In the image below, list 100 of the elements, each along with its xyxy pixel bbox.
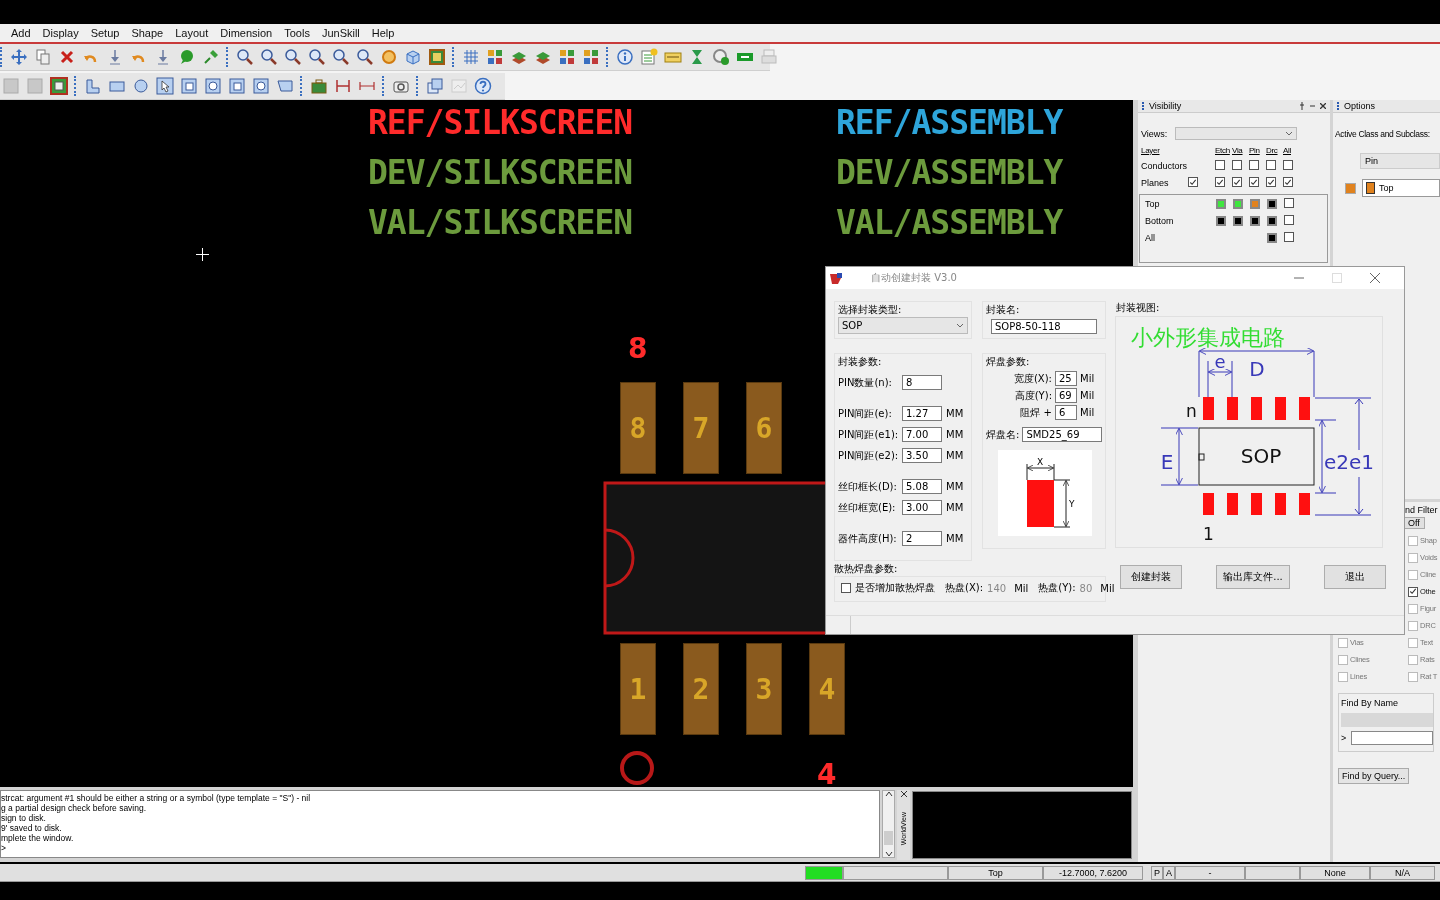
toggle-button[interactable]: Off — [1403, 517, 1425, 529]
query-button[interactable]: Find by Query... — [1338, 768, 1410, 784]
color-swatch[interactable] — [1345, 182, 1356, 194]
dimension-icon[interactable] — [334, 77, 352, 95]
chip-icon[interactable] — [428, 48, 446, 66]
subclass-dropdown[interactable]: Top — [1362, 179, 1440, 197]
info-icon[interactable] — [616, 48, 634, 66]
checkbox[interactable] — [1284, 231, 1294, 242]
pin-icon[interactable] — [1298, 102, 1305, 110]
checkbox[interactable] — [1408, 637, 1418, 648]
help-icon[interactable] — [474, 77, 492, 95]
input-field[interactable]: 25 — [1055, 371, 1077, 386]
checkbox[interactable] — [1408, 569, 1418, 580]
menu-item[interactable]: Help — [371, 27, 395, 39]
input-field[interactable]: 1.27 — [902, 406, 942, 421]
menu-item[interactable]: Shape — [131, 27, 164, 39]
checkbox[interactable] — [1249, 177, 1259, 187]
zoom-icon[interactable] — [332, 48, 350, 66]
menu-item[interactable]: Layout — [175, 27, 209, 39]
checkbox[interactable] — [1408, 654, 1418, 665]
circle-plus-icon[interactable] — [712, 48, 730, 66]
circle-icon[interactable] — [132, 77, 150, 95]
copy-icon[interactable] — [34, 48, 52, 66]
checkbox[interactable] — [1338, 671, 1348, 682]
minimize-icon[interactable] — [1310, 102, 1315, 110]
input-field[interactable]: 5.08 — [902, 479, 942, 494]
color-swatch[interactable] — [1216, 215, 1226, 226]
color-swatch[interactable] — [1267, 215, 1277, 226]
input-field[interactable]: 3.50 — [902, 448, 942, 463]
toolbox-icon[interactable] — [310, 77, 328, 95]
input-field[interactable]: 6 — [1055, 405, 1077, 420]
menu-item[interactable]: Dimension — [220, 27, 273, 39]
menu-item[interactable]: Setup — [90, 27, 120, 39]
scrollbar[interactable] — [882, 790, 895, 858]
nested-square-icon[interactable] — [228, 77, 246, 95]
checkbox[interactable] — [1266, 177, 1276, 187]
colored-tiles-icon[interactable] — [486, 48, 504, 66]
table-icon[interactable] — [640, 48, 658, 66]
checkbox[interactable] — [1338, 637, 1348, 648]
colored-tiles-icon[interactable] — [582, 48, 600, 66]
checkbox[interactable] — [1266, 160, 1276, 170]
color-swatch[interactable] — [1250, 198, 1260, 209]
zoom-icon[interactable] — [356, 48, 374, 66]
checkbox[interactable] — [1408, 552, 1418, 563]
cube-icon[interactable] — [404, 48, 422, 66]
menu-item[interactable]: Tools — [284, 27, 310, 39]
checkbox[interactable] — [1215, 177, 1225, 187]
color-swatch[interactable] — [1233, 215, 1243, 226]
checkbox[interactable] — [1232, 160, 1242, 170]
delete-icon[interactable] — [58, 48, 76, 66]
square-ring-icon[interactable] — [252, 77, 270, 95]
color-swatch[interactable] — [1216, 198, 1226, 209]
input-field[interactable]: 69 — [1055, 388, 1077, 403]
checkbox[interactable] — [1284, 197, 1294, 208]
close-icon[interactable] — [899, 790, 908, 798]
input-field[interactable]: 3.00 — [902, 500, 942, 515]
square-ring-icon[interactable] — [204, 77, 222, 95]
checkbox[interactable] — [1408, 620, 1418, 631]
nested-square-icon[interactable] — [180, 77, 198, 95]
grid-icon[interactable] — [462, 48, 480, 66]
status-flag[interactable]: A — [1163, 865, 1175, 880]
dialog-button[interactable]: 输出库文件... — [1216, 565, 1290, 589]
windows-icon[interactable] — [426, 77, 444, 95]
menu-item[interactable]: JunSkill — [321, 27, 360, 39]
input-field[interactable]: 2 — [902, 531, 942, 546]
colored-tiles-icon[interactable] — [558, 48, 576, 66]
scrollbar-thumb[interactable] — [884, 831, 893, 845]
color-swatch[interactable] — [1267, 198, 1277, 209]
input-field[interactable]: 7.00 — [902, 427, 942, 442]
dialog-button[interactable]: 退出 — [1324, 565, 1386, 589]
close-icon[interactable] — [1370, 273, 1380, 283]
pointer-icon[interactable] — [156, 77, 174, 95]
framed-square-icon[interactable] — [50, 77, 68, 95]
l-shape-icon[interactable] — [84, 77, 102, 95]
move-icon[interactable] — [10, 48, 28, 66]
zoom-icon[interactable] — [236, 48, 254, 66]
name-field[interactable] — [1351, 731, 1433, 745]
ring-icon[interactable] — [380, 48, 398, 66]
caret-icon[interactable] — [1285, 131, 1294, 136]
checkbox[interactable] — [1283, 177, 1293, 187]
input-field[interactable]: SOP8-50-118 — [991, 319, 1097, 334]
color-swatch[interactable] — [1250, 215, 1260, 226]
status-flag[interactable]: P — [1151, 865, 1163, 880]
checkbox[interactable] — [1408, 603, 1418, 614]
checkbox[interactable] — [1283, 160, 1293, 170]
zoom-icon[interactable] — [260, 48, 278, 66]
color-swatch[interactable] — [1233, 198, 1243, 209]
close-icon[interactable] — [1320, 103, 1326, 109]
menu-item[interactable]: Add — [11, 27, 31, 39]
checkbox[interactable] — [841, 583, 851, 593]
checkbox[interactable] — [1215, 160, 1225, 170]
dialog-button[interactable]: 创建封装 — [1120, 565, 1182, 589]
checkbox[interactable] — [1408, 671, 1418, 682]
checkbox[interactable] — [1249, 160, 1259, 170]
checkbox[interactable] — [1408, 535, 1418, 546]
input-field[interactable]: 8 — [902, 375, 942, 390]
color-swatch[interactable] — [1267, 232, 1277, 243]
checkbox[interactable] — [1232, 177, 1242, 187]
speech-bubble-icon[interactable] — [178, 48, 196, 66]
input-field[interactable]: SMD25_69 — [1022, 427, 1102, 442]
